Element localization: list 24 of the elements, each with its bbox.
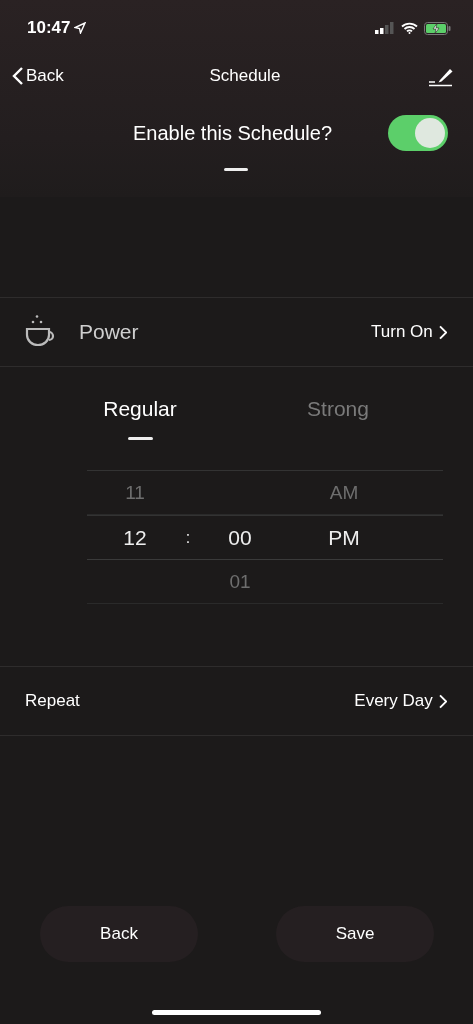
- wifi-icon: [401, 22, 418, 34]
- signal-icon: [375, 22, 395, 34]
- action-button[interactable]: Back: [40, 906, 198, 962]
- back-button[interactable]: Back: [12, 66, 64, 86]
- strength-tab[interactable]: Regular: [41, 397, 239, 457]
- strength-tab[interactable]: Strong: [239, 397, 437, 457]
- period-option[interactable]: PM: [328, 525, 360, 549]
- minute-option[interactable]: 00: [228, 525, 252, 549]
- status-time: 10:47: [27, 18, 71, 38]
- enable-label: Enable this Schedule?: [133, 121, 333, 145]
- chevron-icon: [438, 324, 447, 340]
- time-separator: :: [185, 528, 191, 546]
- location-arrow-icon: [74, 22, 87, 34]
- action-button[interactable]: Save: [276, 906, 434, 962]
- screen-title: Schedule: [209, 66, 281, 85]
- power-label: Power: [79, 320, 139, 344]
- back-chevron-icon: [12, 66, 24, 86]
- indicator-line: [224, 168, 248, 171]
- repeat-label: Repeat: [25, 691, 80, 711]
- enable-toggle[interactable]: [388, 115, 448, 151]
- hour-option[interactable]: 12: [123, 525, 147, 549]
- chevron-icon: [438, 693, 447, 709]
- power-value-link[interactable]: Turn On: [371, 322, 447, 342]
- repeat-value-link[interactable]: Every Day: [354, 691, 447, 711]
